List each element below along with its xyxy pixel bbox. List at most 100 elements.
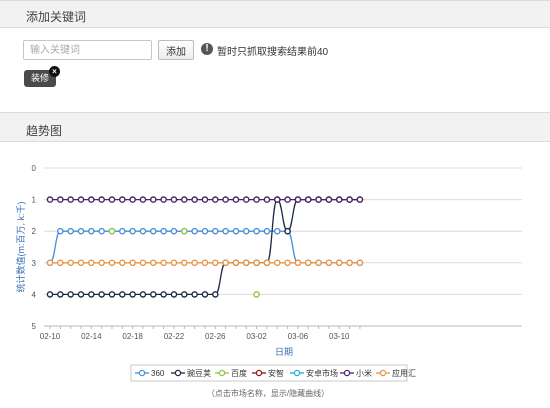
data-point-应用汇 [170,259,178,267]
data-point-小米 [263,196,271,203]
data-point-360 [77,227,85,235]
legend-item-安智[interactable]: 安智 [268,368,284,378]
y-tick-label: 5 [32,322,37,331]
data-point-应用汇 [57,259,64,267]
data-point-应用汇 [46,259,54,267]
data-point-小米 [211,196,219,203]
data-point-小米 [67,196,74,203]
legend-swatch-marker [174,369,182,377]
data-point-小米 [98,196,105,203]
series-line-360 [49,230,360,264]
data-point-应用汇 [263,259,271,267]
data-point-应用汇 [149,259,157,267]
data-point-豌豆荚 [77,291,85,298]
data-point-小米 [57,196,64,203]
data-point-小米 [170,196,178,203]
data-point-小米 [46,196,54,203]
y-tick-label: 1 [32,196,37,205]
data-point-360 [253,227,260,235]
data-point-百度 [253,291,260,298]
trend-panel-title: 趋势图 [26,124,63,138]
data-point-小米 [294,196,302,203]
legend-item-百度[interactable]: 百度 [231,368,247,378]
data-point-百度 [180,227,188,235]
data-point-应用汇 [88,259,95,267]
notice-text: 暂时只抓取搜索结果前40 [217,47,329,58]
legend-swatch-marker [343,369,351,377]
legend-item-豌豆荚[interactable]: 豌豆荚 [187,368,211,378]
data-point-豌豆荚 [149,291,157,298]
add-keyword-button[interactable]: 添加 [158,40,194,60]
x-tick-label: 02-10 [40,332,61,341]
data-point-豌豆荚 [284,227,291,235]
data-point-小米 [149,196,157,203]
data-point-豌豆荚 [139,291,147,298]
data-point-360 [273,227,281,235]
y-tick-label: 0 [32,164,37,173]
data-point-应用汇 [284,259,291,267]
data-point-小米 [119,196,126,203]
keyword-panel-title: 添加关键词 [26,10,87,24]
data-point-360 [211,227,219,235]
data-point-360 [119,227,126,235]
legend-swatch-marker [379,369,387,377]
data-point-小米 [139,196,147,203]
data-point-应用汇 [273,259,281,267]
y-axis-title: 统计数值(m:百万, k:千) [15,202,26,293]
data-point-小米 [335,196,343,203]
data-point-小米 [273,196,281,203]
legend-swatch-marker [293,369,301,377]
x-tick-label: 02-22 [164,332,185,341]
data-point-应用汇 [129,259,136,267]
data-point-360 [98,227,105,235]
data-point-豌豆荚 [88,291,95,298]
data-point-小米 [242,196,250,203]
data-point-应用汇 [119,259,126,267]
data-point-360 [222,227,229,235]
data-point-豌豆荚 [170,291,178,298]
data-point-应用汇 [222,259,229,267]
y-tick-label: 2 [32,227,37,236]
data-point-豌豆荚 [46,291,54,298]
x-tick-label: 03-06 [288,332,309,341]
data-point-应用汇 [98,259,105,267]
y-tick-label: 3 [32,259,37,268]
legend-item-小米[interactable]: 小米 [356,368,372,378]
data-point-小米 [304,196,312,203]
x-tick-label: 03-02 [246,332,267,341]
data-point-360 [232,227,240,235]
data-point-应用汇 [325,259,333,267]
legend-swatch-marker [138,369,146,377]
data-point-应用汇 [201,259,209,267]
data-point-360 [88,227,95,235]
data-point-应用汇 [108,259,116,267]
data-point-小米 [129,196,136,203]
data-point-360 [67,227,74,235]
data-point-应用汇 [67,259,74,267]
trend-panel-header: 趋势图 [0,112,550,142]
data-point-豌豆荚 [67,291,74,298]
data-point-应用汇 [315,259,322,267]
data-point-小米 [315,196,322,203]
data-point-360 [263,227,271,235]
data-point-小米 [160,196,167,203]
data-point-应用汇 [180,259,188,267]
keyword-input[interactable] [23,40,152,60]
data-point-360 [160,227,167,235]
data-point-360 [170,227,178,235]
legend-swatch-marker [255,369,263,377]
data-point-小米 [201,196,209,203]
x-tick-label: 03-10 [329,332,350,341]
data-point-豌豆荚 [160,291,167,298]
data-point-应用汇 [356,259,364,267]
legend-item-360[interactable]: 360 [151,369,165,378]
close-icon[interactable]: × [49,66,60,77]
data-point-小米 [108,196,116,203]
data-point-豌豆荚 [57,291,64,298]
data-point-小米 [191,196,198,203]
data-point-360 [242,227,250,235]
data-point-小米 [232,196,240,203]
legend-item-安卓市场[interactable]: 安卓市场 [306,368,338,378]
data-point-应用汇 [191,259,198,267]
legend-item-应用汇[interactable]: 应用汇 [392,368,416,378]
